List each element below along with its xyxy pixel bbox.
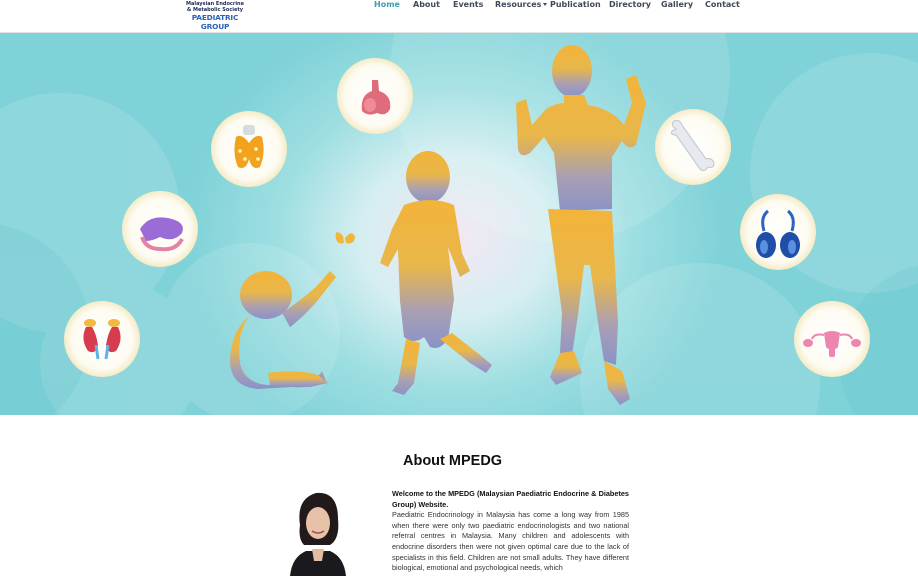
nav-home[interactable]: Home bbox=[374, 0, 400, 9]
nav-resources[interactable]: Resources bbox=[495, 0, 548, 9]
logo-line-3: PAEDIATRIC GROUP bbox=[191, 13, 239, 31]
butterfly-icon bbox=[335, 232, 355, 244]
nav-gallery[interactable]: Gallery bbox=[661, 0, 693, 9]
kidney-adrenal-badge[interactable] bbox=[64, 301, 140, 377]
about-lead: Welcome to the MPEDG (Malaysian Paediatr… bbox=[392, 489, 629, 509]
thyroid-badge[interactable] bbox=[211, 111, 287, 187]
pituitary-badge[interactable] bbox=[337, 58, 413, 134]
nav-resources-label: Resources bbox=[495, 0, 542, 9]
site-header: Malaysian Endocrine & Metabolic Society … bbox=[0, 0, 918, 33]
hero-illustration bbox=[0, 33, 918, 415]
pancreas-badge[interactable] bbox=[122, 191, 198, 267]
president-portrait bbox=[290, 492, 346, 576]
about-section: About MPEDG Welcome to the MPEDG (Malays… bbox=[0, 415, 918, 576]
nav-events[interactable]: Events bbox=[453, 0, 483, 9]
testes-badge[interactable] bbox=[740, 194, 816, 270]
nav-contact[interactable]: Contact bbox=[705, 0, 740, 9]
bone-badge[interactable] bbox=[655, 109, 731, 185]
nav-publication[interactable]: Publication bbox=[550, 0, 601, 9]
about-body: Paediatric Endocrinology in Malaysia has… bbox=[392, 510, 629, 573]
about-title: About MPEDG bbox=[403, 453, 503, 469]
chevron-down-icon bbox=[543, 3, 548, 6]
site-logo[interactable]: Malaysian Endocrine & Metabolic Society … bbox=[182, 0, 248, 31]
nav-about[interactable]: About bbox=[413, 0, 440, 9]
ovaries-uterus-badge[interactable] bbox=[794, 301, 870, 377]
hero-banner bbox=[0, 33, 918, 415]
about-text: Welcome to the MPEDG (Malaysian Paediatr… bbox=[392, 489, 629, 574]
nav-directory[interactable]: Directory bbox=[609, 0, 651, 9]
